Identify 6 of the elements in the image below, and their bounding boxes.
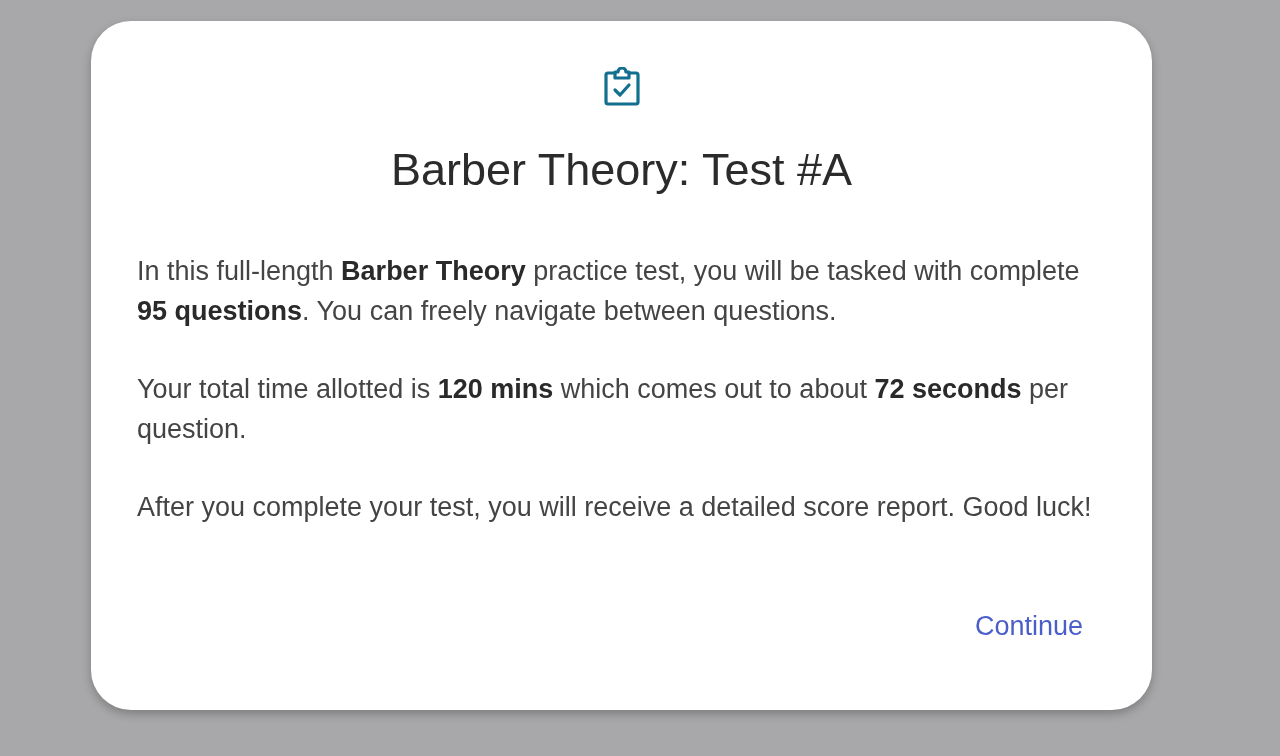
instruction-paragraph: In this full-length Barber Theory practice test, you will be tasked with complete 95 questions. You can freely navigate between questions. <box>137 255 1081 328</box>
continue-button[interactable]: Continue <box>974 607 1083 646</box>
instruction-paragraph: After you complete your test, you will receive a detailed score report. Good luck! <box>137 491 1093 524</box>
dialog-title: Barber Theory: Test #A <box>389 146 854 194</box>
instruction-paragraph: Your total time allotted is 120 mins which comes out to about 72 seconds per question. <box>137 373 1070 446</box>
clipboard-check-icon <box>603 67 640 106</box>
